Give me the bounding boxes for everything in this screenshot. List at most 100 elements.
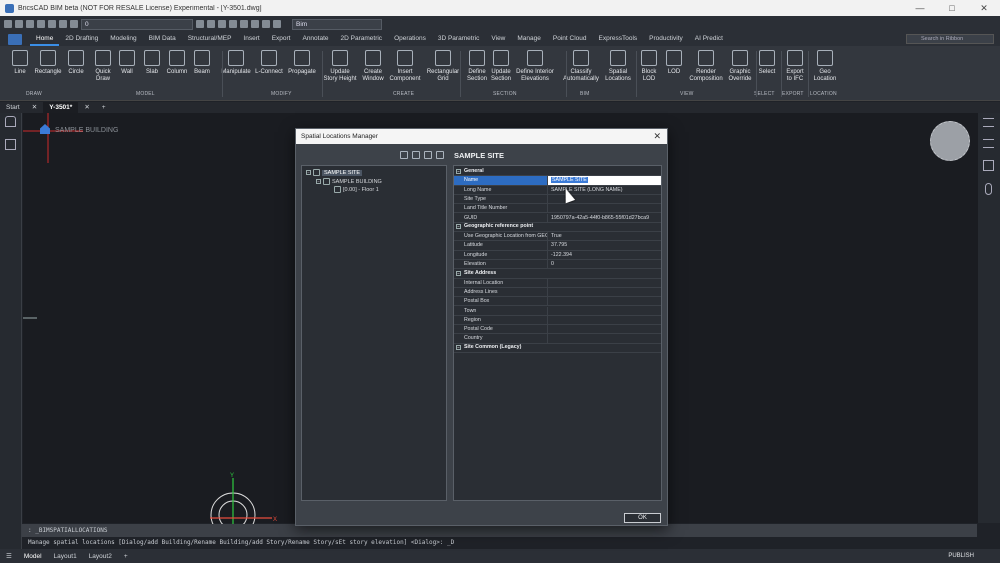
tab-view[interactable]: View [485, 32, 511, 46]
attach-icon[interactable] [985, 183, 992, 195]
property-row[interactable]: Country [454, 334, 661, 344]
property-value[interactable]: True [548, 232, 661, 240]
property-value[interactable]: 1950797a-42a5-44f0-b865-55f01d27bca9 [548, 214, 661, 222]
property-value[interactable] [548, 334, 661, 342]
layer-state-icon[interactable] [70, 20, 78, 28]
property-row[interactable]: Internal Location [454, 278, 661, 288]
command-line[interactable]: Manage spatial locations [Dialog/add Bui… [22, 537, 977, 548]
close-icon[interactable]: ✕ [968, 3, 1000, 14]
category-address[interactable]: − Site Address [454, 269, 661, 279]
tab-export[interactable]: Export [266, 32, 297, 46]
ribbon-button-define-interior-elevations[interactable]: Define Interior Elevations [516, 50, 554, 82]
close-tab-icon[interactable]: ✕ [78, 102, 95, 113]
workspace-combo[interactable]: Bim [292, 18, 382, 30]
ribbon-button-create-window[interactable]: Create Window [355, 50, 391, 82]
tab-layout1[interactable]: Layout1 [48, 553, 83, 560]
grid-icon[interactable] [207, 20, 215, 28]
add-building-icon[interactable] [400, 151, 408, 159]
ribbon-button-l-connect[interactable]: L-Connect [251, 50, 287, 76]
minimize-icon[interactable]: — [904, 3, 936, 13]
property-value[interactable] [548, 204, 661, 212]
layer-combo[interactable]: 0 [81, 18, 193, 30]
new-file-icon[interactable] [4, 20, 12, 28]
property-row[interactable]: Address Lines [454, 287, 661, 298]
snap-icon[interactable] [196, 20, 204, 28]
tab-ai-predict[interactable]: AI Predict [689, 32, 729, 46]
tab-insert[interactable]: Insert [237, 32, 265, 46]
ribbon-button-update-section[interactable]: Update Section [483, 50, 519, 82]
collapse-icon[interactable]: − [456, 270, 461, 276]
ribbon-button-update-story-height[interactable]: Update Story Height [322, 50, 358, 82]
tab-model[interactable]: Model [18, 553, 48, 560]
tab-structural-mep[interactable]: Structural/MEP [182, 32, 238, 46]
ribbon-button-lod[interactable]: LOD [656, 50, 692, 76]
property-value[interactable] [548, 279, 661, 287]
property-row[interactable]: Name SAMPLE SITE [454, 176, 661, 186]
ribbon-button-render-composition[interactable]: Render Composition [688, 50, 724, 82]
ribbon-button-geo-location[interactable]: Geo Location [807, 50, 843, 82]
properties-icon[interactable] [983, 118, 994, 127]
tab-3d-parametric[interactable]: 3D Parametric [432, 32, 486, 46]
property-value[interactable] [548, 297, 661, 305]
property-value[interactable] [548, 316, 661, 324]
app-menu-button[interactable] [8, 33, 22, 45]
property-row[interactable]: Site Type [454, 194, 661, 205]
library-icon[interactable] [983, 160, 994, 171]
structure-panel-icon[interactable] [5, 139, 16, 150]
category-general[interactable]: − General [454, 167, 661, 177]
tab-manage[interactable]: Manage [511, 32, 547, 46]
dialog-close-icon[interactable]: ✕ [653, 129, 661, 144]
ribbon-button-insert-component[interactable]: Insert Component [387, 50, 423, 82]
ribbon-button-propagate[interactable]: Propagate [284, 50, 320, 76]
tab-bim-data[interactable]: BIM Data [143, 32, 182, 46]
polar-icon[interactable] [229, 20, 237, 28]
publish-button[interactable]: PUBLISH [948, 553, 974, 559]
property-row[interactable]: Postal Box [454, 297, 661, 307]
ribbon-button-manipulate[interactable]: Manipulate [218, 50, 254, 76]
tab-drawing[interactable]: Y-3501* [43, 102, 79, 113]
tab-2d-drafting[interactable]: 2D Drafting [59, 32, 104, 46]
tab-home[interactable]: Home [30, 32, 60, 46]
new-tab-icon[interactable]: + [96, 102, 112, 113]
tab-modeling[interactable]: Modeling [104, 32, 142, 46]
property-row[interactable]: Longitude -122.394 [454, 250, 661, 260]
tab-point-cloud[interactable]: Point Cloud [547, 32, 593, 46]
close-tab-icon[interactable]: ✕ [26, 102, 43, 113]
ribbon-button-classify-automatically[interactable]: Classify Automatically [563, 50, 599, 82]
ok-button[interactable]: OK [624, 513, 661, 523]
ribbon-search-input[interactable]: Search in Ribbon [906, 34, 994, 44]
add-story-icon[interactable] [412, 151, 420, 159]
tree-node-site[interactable]: − SAMPLE SITE [306, 169, 363, 176]
property-value[interactable] [548, 288, 661, 296]
tab-2d-parametric[interactable]: 2D Parametric [335, 32, 389, 46]
property-value[interactable]: -122.394 [548, 251, 661, 259]
view-cube[interactable] [930, 121, 970, 161]
name-input[interactable]: SAMPLE SITE [548, 176, 661, 185]
collapse-icon[interactable]: − [456, 345, 461, 351]
tree-node-building[interactable]: − SAMPLE BUILDING [316, 178, 382, 185]
open-file-icon[interactable] [15, 20, 23, 28]
property-value[interactable]: 0 [548, 260, 661, 268]
collapse-icon[interactable]: − [456, 168, 461, 174]
tree-node-floor[interactable]: [0.00] - Floor 1 [334, 186, 379, 193]
view-3d-icon[interactable] [251, 20, 259, 28]
tab-annotate[interactable]: Annotate [296, 32, 334, 46]
property-row[interactable]: Latitude 37.795 [454, 241, 661, 251]
property-value[interactable]: 37.795 [548, 241, 661, 249]
property-row[interactable]: Elevation 0 [454, 260, 661, 270]
property-row[interactable]: Land Title Number [454, 204, 661, 214]
property-row[interactable]: GUID 1950797a-42a5-44f0-b865-55f01d27bca9 [454, 213, 661, 223]
property-value[interactable] [548, 307, 661, 315]
ribbon-button-rectangular-grid[interactable]: Rectangular Grid [425, 50, 461, 82]
ribbon-button-beam[interactable]: Beam [184, 50, 220, 76]
save-icon[interactable] [26, 20, 34, 28]
tab-layout2[interactable]: Layout2 [83, 553, 118, 560]
visual-style-icon[interactable] [273, 20, 281, 28]
osnap-icon[interactable] [240, 20, 248, 28]
export-icon[interactable] [436, 151, 444, 159]
property-row[interactable]: Town [454, 306, 661, 316]
property-value[interactable] [548, 325, 661, 333]
category-geo[interactable]: − Geographic reference point [454, 223, 661, 233]
tab-expresstools[interactable]: ExpressTools [593, 32, 644, 46]
delete-icon[interactable] [424, 151, 432, 159]
